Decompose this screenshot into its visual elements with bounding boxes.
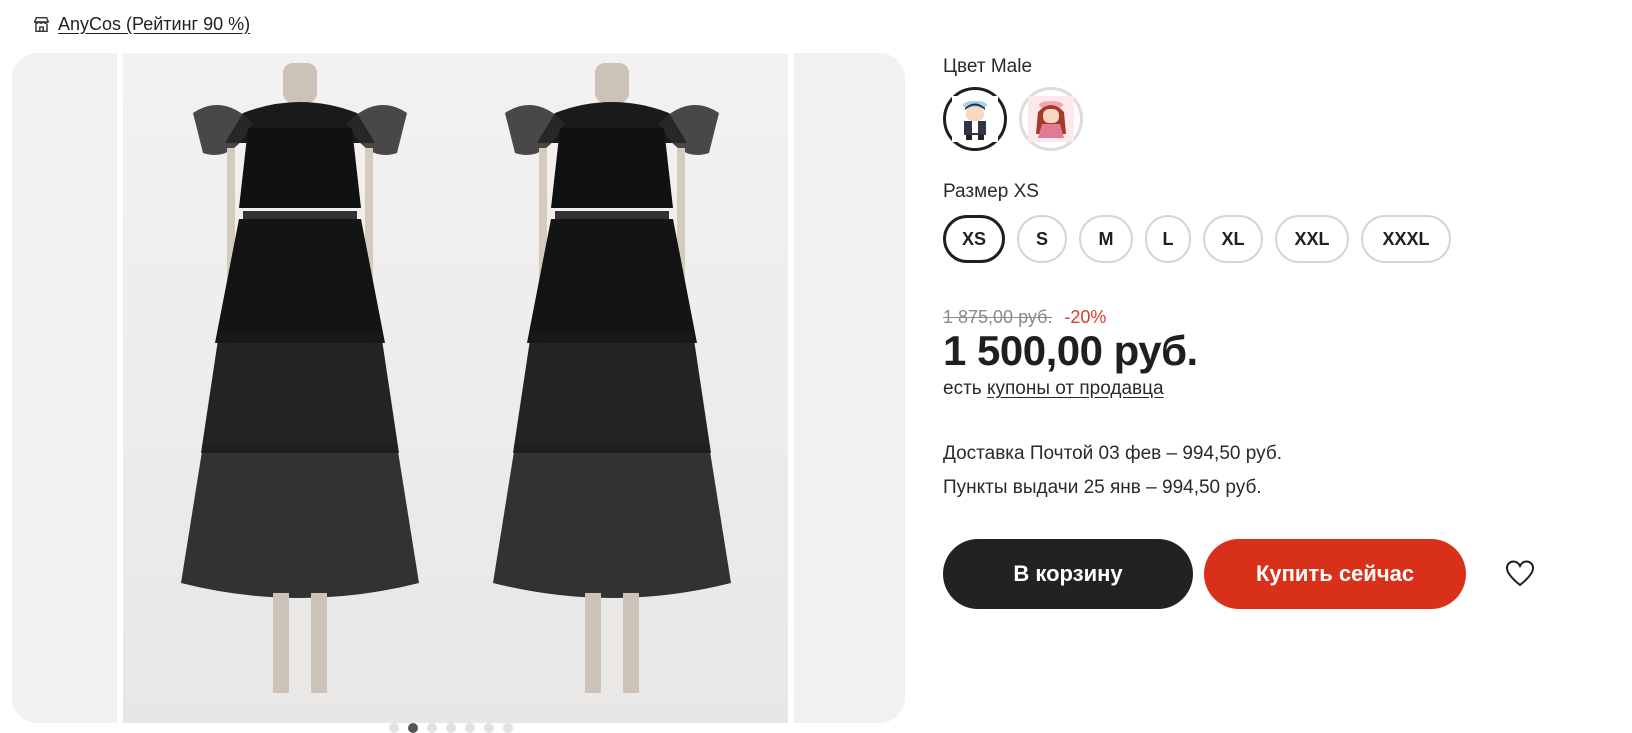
size-option-xxxl[interactable]: XXXL [1361, 215, 1451, 263]
gallery-dot[interactable] [484, 723, 494, 733]
discount-badge: -20% [1064, 307, 1107, 327]
gallery-dot[interactable] [427, 723, 437, 733]
product-photo-main[interactable] [123, 53, 788, 723]
size-option-xs[interactable]: XS [943, 215, 1005, 263]
color-swatch-male[interactable] [943, 87, 1007, 151]
gallery-dot[interactable] [389, 723, 399, 733]
coupons-row: есть купоны от продавца [943, 378, 1164, 400]
delivery-pickup: Пункты выдачи 25 янв – 994,50 руб. [943, 477, 1262, 498]
heart-icon[interactable] [1504, 558, 1536, 590]
gallery-dot[interactable] [408, 723, 418, 733]
old-price-row: 1 875,00 руб. -20% [943, 307, 1106, 328]
gallery-dot[interactable] [465, 723, 475, 733]
gallery-dot[interactable] [503, 723, 513, 733]
previous-photo-peek[interactable] [12, 53, 117, 723]
size-option-xxl[interactable]: XXL [1275, 215, 1349, 263]
size-label: Размер XS [943, 181, 1039, 202]
boy-avatar-icon [952, 96, 998, 142]
current-price: 1 500,00 руб. [943, 327, 1198, 374]
product-gallery[interactable] [12, 53, 905, 723]
buy-now-button[interactable]: Купить сейчас [1204, 539, 1466, 609]
color-swatch-female[interactable] [1019, 87, 1083, 151]
size-option-l[interactable]: L [1145, 215, 1191, 263]
old-price: 1 875,00 руб. [943, 307, 1053, 327]
size-option-xl[interactable]: XL [1203, 215, 1263, 263]
add-to-cart-button[interactable]: В корзину [943, 539, 1193, 609]
coupons-prefix: есть [943, 378, 982, 399]
dress-photo-image [123, 53, 788, 723]
delivery-post: Доставка Почтой 03 фев – 994,50 руб. [943, 443, 1282, 464]
store-icon [33, 16, 50, 32]
color-options [943, 87, 1083, 151]
size-options: XS S M L XL XXL XXXL [943, 215, 1451, 263]
next-photo-peek[interactable] [794, 53, 905, 723]
store-name-link[interactable]: AnyCos (Рейтинг 90 %) [58, 14, 250, 35]
store-link-row: AnyCos (Рейтинг 90 %) [33, 11, 250, 37]
size-option-s[interactable]: S [1017, 215, 1067, 263]
seller-coupons-link[interactable]: купоны от продавца [987, 378, 1164, 399]
girl-avatar-icon [1028, 96, 1074, 142]
gallery-dot[interactable] [446, 723, 456, 733]
gallery-pagination [389, 723, 513, 733]
size-option-m[interactable]: M [1079, 215, 1133, 263]
color-label: Цвет Male [943, 56, 1033, 77]
